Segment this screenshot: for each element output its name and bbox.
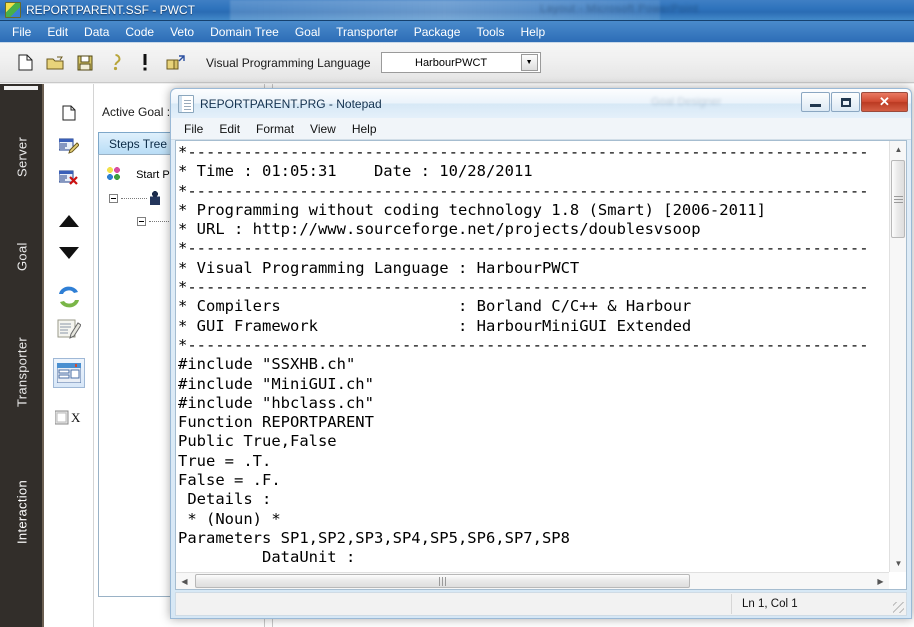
- notepad-frame: Goal Designer REPORTPARENT.PRG - Notepad…: [171, 89, 911, 618]
- minimize-button[interactable]: [801, 92, 830, 112]
- step-tool-column: X: [44, 84, 94, 627]
- menu-item-help[interactable]: Help: [512, 23, 553, 41]
- menu-item-goal[interactable]: Goal: [287, 23, 328, 41]
- properties-icon[interactable]: [52, 358, 85, 388]
- open-folder-icon[interactable]: [40, 48, 70, 78]
- tab-steps-tree[interactable]: Steps Tree: [98, 132, 179, 154]
- move-down-icon[interactable]: [53, 238, 85, 268]
- menu-item-veto[interactable]: Veto: [162, 23, 202, 41]
- close-x-icon[interactable]: X: [53, 402, 85, 432]
- pwct-toolbar: Visual Programming Language HarbourPWCT …: [0, 43, 914, 83]
- tree-row[interactable]: [109, 191, 161, 205]
- notepad-client-area: *---------------------------------------…: [175, 140, 907, 590]
- notepad-text-area[interactable]: *---------------------------------------…: [176, 141, 889, 572]
- tree-node-label: Start P: [136, 169, 170, 181]
- horizontal-scrollbar-thumb[interactable]: [195, 574, 690, 588]
- goal-node-icon: [150, 191, 161, 205]
- svg-text:X: X: [71, 410, 81, 425]
- notepad-menu-bar: File Edit Format View Help: [171, 118, 911, 140]
- edit-step-icon[interactable]: [53, 130, 85, 160]
- chevron-down-icon[interactable]: ▼: [520, 54, 538, 71]
- sidebar-item-interaction[interactable]: Interaction: [0, 442, 44, 582]
- refresh-icon[interactable]: [53, 282, 85, 312]
- notepad-menu-format[interactable]: Format: [248, 120, 302, 138]
- window-controls: ✕: [800, 91, 908, 113]
- menu-item-tools[interactable]: Tools: [468, 23, 512, 41]
- pwct-title-bar: Layout - Microsoft PowerPoint REPORTPARE…: [0, 0, 914, 21]
- menu-item-data[interactable]: Data: [76, 23, 117, 41]
- language-label: Visual Programming Language: [206, 55, 371, 70]
- resize-grip-icon[interactable]: [893, 602, 904, 613]
- delete-step-icon[interactable]: [53, 162, 85, 192]
- menu-item-transporter[interactable]: Transporter: [328, 23, 406, 41]
- scroll-up-arrow-icon[interactable]: ▲: [890, 141, 906, 158]
- pwct-window-title: REPORTPARENT.SSF - PWCT: [26, 3, 195, 17]
- notepad-status-bar: Ln 1, Col 1: [175, 592, 907, 616]
- background-window-title: Layout - Microsoft PowerPoint: [540, 3, 699, 15]
- pwct-app-icon: [5, 2, 21, 18]
- menu-item-code[interactable]: Code: [117, 23, 162, 41]
- cursor-position-status: Ln 1, Col 1: [731, 594, 798, 614]
- scroll-left-arrow-icon[interactable]: ◀: [176, 573, 193, 589]
- horizontal-scrollbar[interactable]: ◀ ▶: [176, 572, 889, 589]
- menu-item-domain-tree[interactable]: Domain Tree: [202, 23, 287, 41]
- notepad-menu-edit[interactable]: Edit: [211, 120, 248, 138]
- notes-icon[interactable]: [53, 314, 85, 344]
- notepad-menu-help[interactable]: Help: [344, 120, 385, 138]
- open-project-icon[interactable]: [160, 48, 190, 78]
- vertical-scrollbar[interactable]: ▲ ▼: [889, 141, 906, 572]
- tree-row[interactable]: Start P: [107, 167, 170, 181]
- sidebar-item-server[interactable]: Server: [0, 102, 44, 212]
- tree-connector: [121, 197, 148, 199]
- help-key-icon[interactable]: [100, 48, 130, 78]
- run-exclamation-icon[interactable]: [130, 48, 160, 78]
- move-up-icon[interactable]: [53, 206, 85, 236]
- language-combobox[interactable]: HarbourPWCT ▼: [380, 52, 541, 73]
- close-button[interactable]: ✕: [861, 92, 908, 112]
- notepad-title-bar[interactable]: Goal Designer REPORTPARENT.PRG - Notepad…: [171, 89, 911, 118]
- language-value: HarbourPWCT: [415, 56, 488, 69]
- vertical-scrollbar-thumb[interactable]: [891, 160, 905, 238]
- sidebar-item-transporter[interactable]: Transporter: [0, 302, 44, 442]
- menu-item-edit[interactable]: Edit: [39, 23, 76, 41]
- maximize-button[interactable]: [831, 92, 860, 112]
- notepad-menu-file[interactable]: File: [176, 120, 211, 138]
- screen: Layout - Microsoft PowerPoint REPORTPARE…: [0, 0, 914, 627]
- pwct-menu-bar: File Edit Data Code Veto Domain Tree Goa…: [0, 21, 914, 43]
- vertical-tab-strip: Server Goal Transporter Interaction: [0, 84, 44, 627]
- notepad-window[interactable]: Goal Designer REPORTPARENT.PRG - Notepad…: [170, 88, 912, 619]
- new-file-icon[interactable]: [10, 48, 40, 78]
- scroll-right-arrow-icon[interactable]: ▶: [872, 573, 889, 589]
- notepad-app-icon: [178, 94, 194, 113]
- menu-item-file[interactable]: File: [4, 23, 39, 41]
- menu-item-package[interactable]: Package: [406, 23, 469, 41]
- background-goal-designer-title: Goal Designer: [651, 96, 722, 108]
- new-step-icon[interactable]: [53, 98, 85, 128]
- notepad-menu-view[interactable]: View: [302, 120, 344, 138]
- save-icon[interactable]: [70, 48, 100, 78]
- start-point-icon: [107, 167, 121, 180]
- scroll-down-arrow-icon[interactable]: ▼: [890, 555, 906, 572]
- expand-toggle-icon[interactable]: [109, 193, 118, 203]
- notepad-window-title: REPORTPARENT.PRG - Notepad: [200, 96, 382, 111]
- expand-toggle-icon[interactable]: [137, 216, 146, 226]
- sidebar-item-goal[interactable]: Goal: [0, 212, 44, 302]
